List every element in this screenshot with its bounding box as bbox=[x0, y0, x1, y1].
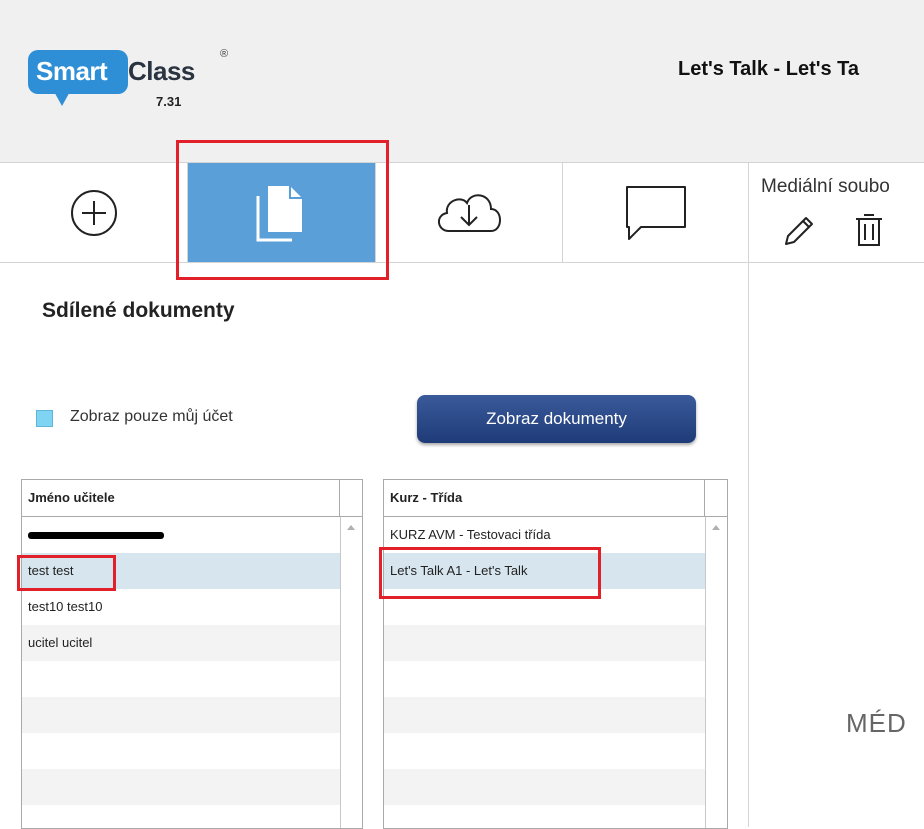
media-toolbar-divider bbox=[748, 262, 924, 263]
course-row bbox=[384, 733, 705, 769]
smartclass-logo: Smart Class ® 7.31 bbox=[28, 48, 228, 128]
scroll-up-arrow-icon[interactable] bbox=[712, 525, 720, 530]
logo-class-text: Class bbox=[128, 56, 195, 86]
teacher-row bbox=[22, 805, 340, 828]
teacher-row[interactable]: test10 test10 bbox=[22, 589, 340, 625]
courses-scrollbar[interactable] bbox=[705, 517, 727, 828]
courses-list-header: Kurz - Třída bbox=[384, 480, 727, 517]
teacher-row bbox=[22, 697, 340, 733]
teacher-row-label: test10 test10 bbox=[28, 599, 103, 614]
add-button[interactable] bbox=[0, 163, 187, 262]
course-row bbox=[384, 805, 705, 828]
course-row bbox=[384, 625, 705, 661]
show-documents-button[interactable]: Zobraz dokumenty bbox=[417, 395, 696, 443]
cloud-download-button[interactable] bbox=[376, 163, 562, 262]
logo-smart-text: Smart bbox=[36, 56, 108, 86]
teacher-row[interactable] bbox=[22, 517, 340, 553]
teacher-row bbox=[22, 769, 340, 805]
chat-button[interactable] bbox=[563, 163, 748, 262]
app-version: 7.31 bbox=[156, 94, 182, 109]
plus-circle-icon bbox=[70, 189, 117, 236]
course-row bbox=[384, 661, 705, 697]
class-title: Let's Talk - Let's Ta bbox=[678, 58, 860, 80]
highlight-teacher-row bbox=[17, 555, 116, 591]
scroll-up-arrow-icon[interactable] bbox=[347, 525, 355, 530]
teacher-row[interactable]: ucitel ucitel bbox=[22, 625, 340, 661]
teacher-row bbox=[22, 733, 340, 769]
media-files-label: Mediální soubo bbox=[761, 176, 890, 197]
chat-bubble-icon bbox=[625, 185, 686, 240]
redacted-name bbox=[28, 532, 164, 540]
courses-header-label: Kurz - Třída bbox=[390, 490, 463, 505]
top-bar: Smart Class ® 7.31 Let's Talk - Let's Ta bbox=[0, 0, 924, 163]
media-placeholder: MÉD bbox=[846, 708, 907, 738]
course-row-label: KURZ AVM - Testovaci třída bbox=[390, 527, 551, 542]
teachers-list-header: Jméno učitele bbox=[22, 480, 362, 517]
cloud-download-icon bbox=[438, 193, 501, 232]
trash-icon[interactable] bbox=[852, 212, 886, 250]
teacher-row-label: ucitel ucitel bbox=[28, 635, 93, 650]
section-title: Sdílené dokumenty bbox=[42, 299, 235, 322]
teacher-row bbox=[22, 661, 340, 697]
header-corner bbox=[704, 480, 727, 516]
header-corner bbox=[339, 480, 362, 516]
pencil-icon[interactable] bbox=[780, 212, 816, 250]
logo-bubble-tail bbox=[52, 88, 72, 106]
only-my-account-checkbox[interactable] bbox=[36, 410, 53, 427]
teachers-list: Jméno učitele test test test10 test10 ucit… bbox=[21, 479, 363, 829]
course-row bbox=[384, 769, 705, 805]
courses-list: Kurz - Třída KURZ AVM - Testovaci třída L… bbox=[383, 479, 728, 829]
only-my-account-label: Zobraz pouze můj účet bbox=[70, 408, 233, 425]
teachers-scrollbar[interactable] bbox=[340, 517, 362, 828]
logo-registered-mark: ® bbox=[220, 48, 229, 60]
teachers-header-label: Jméno učitele bbox=[28, 490, 115, 505]
highlight-course-row bbox=[379, 547, 601, 599]
course-row bbox=[384, 697, 705, 733]
highlight-documents-button bbox=[176, 140, 389, 280]
